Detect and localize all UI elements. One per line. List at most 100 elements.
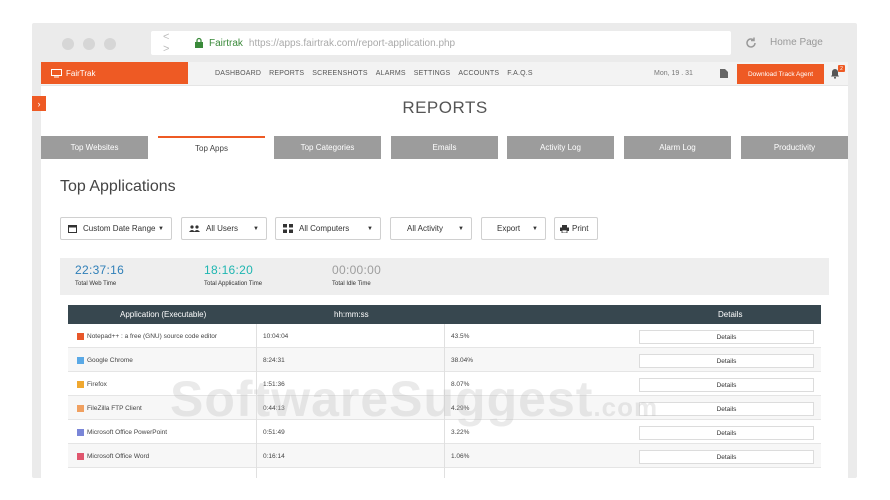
details-button[interactable]: Details bbox=[639, 354, 814, 368]
menu-dashboard[interactable]: DASHBOARD bbox=[215, 70, 261, 77]
table-header: Application (Executable) hh:mm:ss Detail… bbox=[68, 305, 821, 324]
tab-activity-log[interactable]: Activity Log bbox=[507, 136, 614, 159]
stat-label: Total Application Time bbox=[204, 281, 263, 287]
date-range-label: Custom Date Range bbox=[83, 224, 156, 233]
date-range-dropdown[interactable]: Custom Date Range ▼ bbox=[60, 217, 172, 240]
percent-cell: 1.06% bbox=[451, 452, 470, 460]
app-color-swatch bbox=[77, 404, 84, 412]
tab-top-categories[interactable]: Top Categories bbox=[274, 136, 381, 159]
watermark-suffix: .com bbox=[593, 392, 659, 422]
main-menu: DASHBOARD REPORTS SCREENSHOTS ALARMS SET… bbox=[215, 70, 533, 77]
time-cell: 0:16:14 bbox=[263, 452, 285, 460]
time-cell: 10:04:04 bbox=[263, 332, 289, 340]
column-divider bbox=[444, 468, 445, 478]
column-divider bbox=[256, 324, 257, 348]
stat-application-time: 18:16:20 Total Application Time bbox=[204, 263, 262, 287]
site-brand: Fairtrak bbox=[209, 37, 243, 49]
url-text[interactable]: https://apps.fairtrak.com/report-applica… bbox=[249, 38, 455, 49]
menu-settings[interactable]: SETTINGS bbox=[414, 70, 451, 77]
app-color-swatch bbox=[77, 452, 84, 460]
maximize-dot[interactable] bbox=[104, 38, 116, 50]
col-application[interactable]: Application (Executable) bbox=[120, 310, 206, 319]
tab-productivity[interactable]: Productivity bbox=[741, 136, 848, 159]
close-dot[interactable] bbox=[62, 38, 74, 50]
percent-cell: 38.04% bbox=[451, 356, 474, 364]
app-color-swatch bbox=[77, 356, 84, 364]
monitor-icon bbox=[51, 68, 62, 77]
app-name: Notepad++ : a free (GNU) source code edi… bbox=[87, 332, 218, 340]
stat-web-time: 22:37:16 Total Web Time bbox=[75, 263, 124, 287]
details-button[interactable]: Details bbox=[639, 330, 814, 344]
minimize-dot[interactable] bbox=[83, 38, 95, 50]
page-title: REPORTS bbox=[402, 98, 488, 117]
app-color-swatch bbox=[77, 380, 84, 388]
menu-screenshots[interactable]: SCREENSHOTS bbox=[312, 70, 368, 77]
computers-icon bbox=[283, 224, 293, 233]
percent-cell: 43.5% bbox=[451, 332, 470, 340]
column-divider bbox=[256, 468, 257, 478]
tab-top-apps[interactable]: Top Apps bbox=[158, 136, 265, 159]
stats-bar bbox=[60, 258, 829, 295]
stat-value: 00:00:00 bbox=[332, 263, 382, 277]
app-cell: Microsoft Office Word bbox=[77, 444, 149, 468]
stat-label: Total Web Time bbox=[75, 281, 117, 287]
menu-accounts[interactable]: ACCOUNTS bbox=[458, 70, 499, 77]
table-row: Google Chrome 8:24:31 38.04% Details bbox=[68, 348, 821, 372]
column-divider bbox=[256, 444, 257, 468]
app-color-swatch bbox=[77, 428, 84, 436]
top-nav: FairTrak DASHBOARD REPORTS SCREENSHOTS A… bbox=[41, 62, 848, 86]
app-cell: Notepad++ : a free (GNU) source code edi… bbox=[77, 324, 217, 348]
menu-faqs[interactable]: F.A.Q.S bbox=[507, 70, 533, 77]
computers-dropdown[interactable]: All Computers ▼ bbox=[275, 217, 381, 240]
printer-icon bbox=[560, 224, 569, 233]
column-divider bbox=[444, 348, 445, 372]
current-date: Mon, 19 . 31 bbox=[654, 70, 693, 77]
document-icon[interactable] bbox=[720, 69, 728, 78]
caret-down-icon: ▼ bbox=[367, 225, 373, 232]
address-bar[interactable]: < > Fairtrak https://apps.fairtrak.com/r… bbox=[151, 31, 731, 55]
activity-dropdown[interactable]: All Activity ▼ bbox=[390, 217, 472, 240]
users-dropdown[interactable]: All Users ▼ bbox=[181, 217, 267, 240]
tab-top-websites[interactable]: Top Websites bbox=[41, 136, 148, 159]
col-details: Details bbox=[718, 310, 743, 319]
download-agent-button[interactable]: Download Track Agent bbox=[737, 64, 824, 84]
logo-text: FairTrak bbox=[66, 68, 96, 78]
nav-arrows-icon[interactable]: < > bbox=[163, 31, 193, 55]
column-divider bbox=[256, 348, 257, 372]
details-button[interactable]: Details bbox=[639, 378, 814, 392]
window-controls bbox=[62, 38, 116, 50]
users-icon bbox=[189, 224, 200, 233]
menu-alarms[interactable]: ALARMS bbox=[376, 70, 406, 77]
logo[interactable]: FairTrak bbox=[41, 62, 188, 84]
app-name: Microsoft Office Word bbox=[87, 452, 150, 460]
details-button[interactable]: Details bbox=[639, 426, 814, 440]
export-label: Export bbox=[497, 224, 521, 233]
reload-icon[interactable] bbox=[744, 36, 758, 50]
app-name: Firefox bbox=[87, 380, 107, 388]
stat-idle-time: 00:00:00 Total Idle Time bbox=[332, 263, 381, 287]
app-cell: Microsoft Office PowerPoint bbox=[77, 420, 167, 444]
details-button[interactable]: Details bbox=[639, 450, 814, 464]
caret-down-icon: ▼ bbox=[158, 225, 164, 232]
details-button[interactable]: Details bbox=[639, 402, 814, 416]
tab-emails[interactable]: Emails bbox=[391, 136, 498, 159]
time-cell: 8:24:31 bbox=[263, 356, 285, 364]
export-dropdown[interactable]: Export ▼ bbox=[481, 217, 546, 240]
col-time[interactable]: hh:mm:ss bbox=[334, 310, 369, 319]
tab-alarm-log[interactable]: Alarm Log bbox=[624, 136, 731, 159]
report-tabs: Top Websites Top Apps Top Categories Ema… bbox=[41, 136, 848, 159]
watermark: SoftwareSuggest.com bbox=[170, 370, 658, 428]
column-divider bbox=[444, 444, 445, 468]
caret-down-icon: ▼ bbox=[253, 225, 259, 232]
menu-reports[interactable]: REPORTS bbox=[269, 70, 304, 77]
home-page-link[interactable]: Home Page bbox=[770, 37, 823, 48]
activity-label: All Activity bbox=[407, 224, 444, 233]
print-button[interactable]: Print bbox=[554, 217, 598, 240]
table-row-partial bbox=[68, 468, 821, 478]
table-row: Microsoft Office Word 0:16:14 1.06% Deta… bbox=[68, 444, 821, 468]
app-name: FileZilla FTP Client bbox=[87, 404, 142, 412]
stat-label: Total Idle Time bbox=[332, 281, 371, 287]
table-row: Notepad++ : a free (GNU) source code edi… bbox=[68, 324, 821, 348]
app-name: Google Chrome bbox=[87, 356, 133, 364]
caret-down-icon: ▼ bbox=[532, 225, 538, 232]
